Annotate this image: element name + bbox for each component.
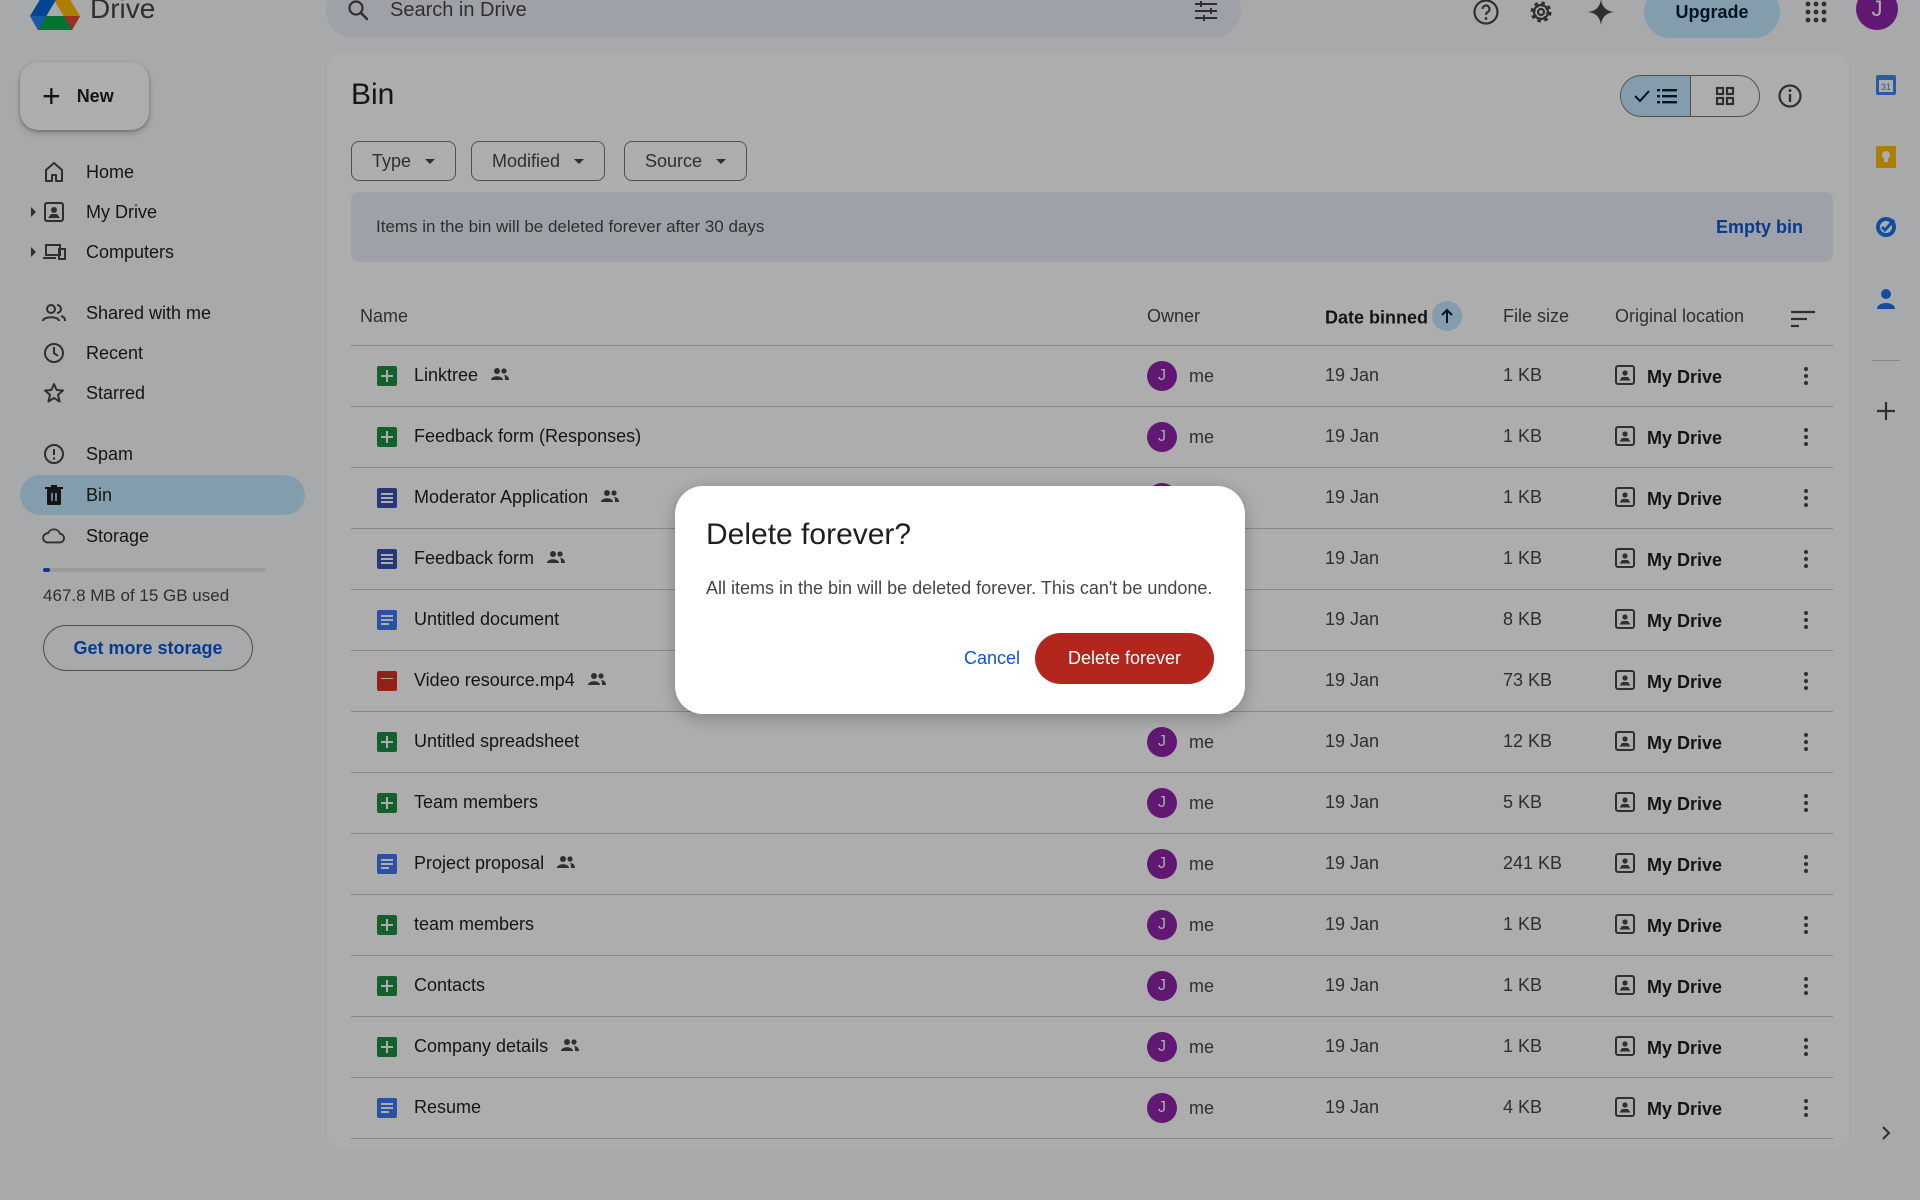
dialog-message: All items in the bin will be deleted for… [706,578,1213,598]
delete-forever-dialog: Delete forever? All items in the bin wil… [675,486,1245,714]
dialog-title: Delete forever? [706,518,912,551]
cancel-button[interactable]: Cancel [937,632,1047,684]
delete-forever-button[interactable]: Delete forever [1035,633,1214,684]
